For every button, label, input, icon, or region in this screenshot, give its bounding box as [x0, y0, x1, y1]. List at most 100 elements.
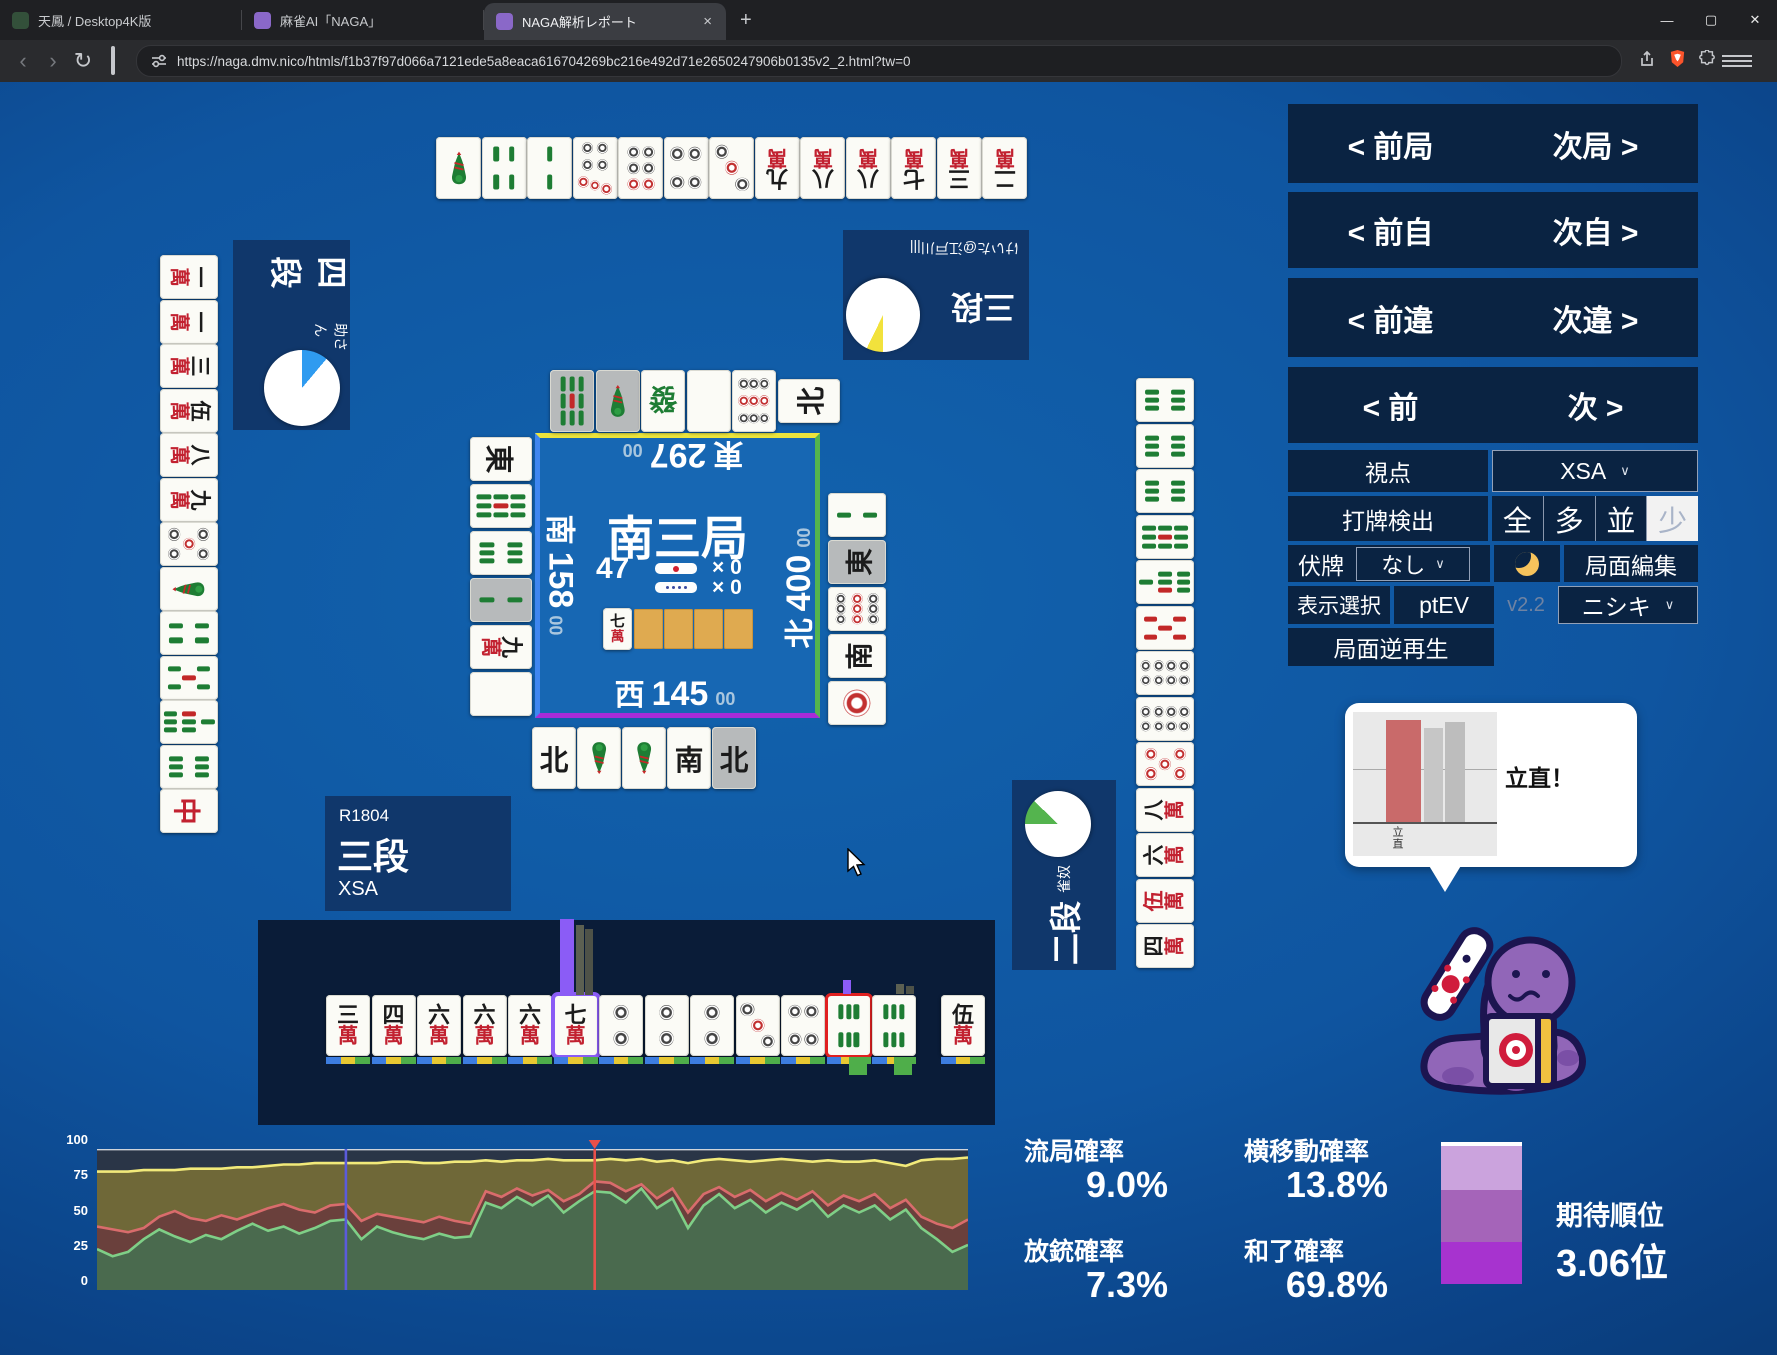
- brave-shield-icon[interactable]: [1662, 48, 1692, 74]
- mahjong-tile-1p: [828, 681, 886, 725]
- chart-y-tick: 0: [80, 1273, 88, 1288]
- prev-mismatch-button[interactable]: < 前違: [1288, 296, 1493, 340]
- mahjong-tile-3m: 三萬: [936, 137, 982, 199]
- tooltip-tail: [1428, 864, 1462, 892]
- timer-pie-left: [264, 350, 340, 426]
- mahjong-tile-8m: 八萬: [160, 433, 218, 477]
- naga-recommend-nub: [906, 986, 914, 994]
- mahjong-tile-6m[interactable]: 六萬: [462, 995, 507, 1056]
- dahai-option-並[interactable]: 並: [1594, 496, 1647, 541]
- reload-icon[interactable]: ↻: [68, 48, 98, 74]
- stat-value: 7.3%: [1085, 1264, 1168, 1305]
- tile-eval-strip: [690, 1057, 735, 1064]
- mahjong-tile-6m[interactable]: 六萬: [417, 995, 461, 1056]
- mahjong-tile-6s: [1136, 423, 1194, 468]
- naga-favicon-icon: [254, 11, 271, 29]
- probability-chart[interactable]: [97, 1140, 968, 1290]
- player-name: XSA: [338, 878, 379, 900]
- mahjong-tile-4m[interactable]: 四萬: [371, 995, 416, 1056]
- fusehai-select[interactable]: なし ∨: [1356, 546, 1470, 581]
- forward-icon[interactable]: ›: [38, 48, 68, 74]
- mahjong-tile-4s: [481, 137, 527, 199]
- mahjong-tile-6s[interactable]: [872, 995, 916, 1056]
- tile-eval-strip: [735, 1057, 780, 1064]
- mahjong-tile-8p: [1136, 696, 1194, 741]
- next-self-turn-button[interactable]: 次自 >: [1493, 208, 1698, 252]
- viewpoint-label: 視点: [1365, 460, 1411, 486]
- mahjong-tile-3m[interactable]: 三萬: [326, 995, 370, 1056]
- tab-naga-report-active[interactable]: NAGA解析レポート ×: [484, 3, 726, 40]
- riichi-stick-icon: [655, 563, 697, 574]
- player-rank: 三段: [950, 289, 1015, 325]
- tile-eval-strip: [417, 1057, 462, 1064]
- window-maximize-button[interactable]: ▢: [1689, 0, 1733, 40]
- naga-favicon-icon: [496, 13, 513, 30]
- url-bar[interactable]: https://naga.dmv.nico/htmls/f1b37f97d066…: [136, 45, 1622, 77]
- mahjong-tile-1s: [436, 137, 481, 199]
- prev-step-button[interactable]: < 前: [1288, 383, 1493, 427]
- prev-kyoku-button[interactable]: < 前局: [1288, 122, 1493, 166]
- mahjong-tile-2m: 二萬: [982, 137, 1027, 199]
- mahjong-tile-8m: 八萬: [1136, 787, 1194, 832]
- window-minimize-button[interactable]: —: [1645, 0, 1689, 40]
- mahjong-tile-2p[interactable]: [690, 995, 734, 1056]
- back-icon[interactable]: ‹: [8, 48, 38, 74]
- mahjong-tile-2p[interactable]: [599, 995, 643, 1056]
- mahjong-tile-3p[interactable]: [735, 995, 780, 1056]
- mahjong-tile-6s: [160, 744, 218, 789]
- expected-rank-label: 期待順位: [1556, 1201, 1664, 1231]
- mahjong-tile-2p[interactable]: [644, 995, 689, 1056]
- score-west: 西 145 00: [614, 675, 736, 713]
- viewpoint-select[interactable]: XSA ∨: [1492, 450, 1698, 492]
- mahjong-tile-6s[interactable]: [824, 993, 873, 1058]
- browser-toolbar: ‹ › ↻ https://naga.dmv.nico/htmls/f1b37f…: [0, 40, 1777, 82]
- dahai-option-多[interactable]: 多: [1542, 496, 1595, 541]
- share-icon[interactable]: [1632, 48, 1662, 74]
- tab-tenhou[interactable]: 天鳳 / Desktop4K版: [0, 0, 242, 40]
- tile-eval-strip: [326, 1057, 371, 1064]
- mahjong-tile-6p: [618, 137, 663, 199]
- dahai-option-全[interactable]: 全: [1492, 496, 1543, 541]
- dahai-option-少[interactable]: 少: [1646, 496, 1698, 541]
- tooltip-bar-chart: 立直: [1353, 712, 1497, 856]
- mahjong-tile-N: 北: [532, 727, 576, 789]
- mahjong-tile-5m[interactable]: 伍萬: [941, 995, 985, 1056]
- new-tab-button[interactable]: +: [726, 0, 766, 40]
- ptev-button[interactable]: ptEV: [1419, 592, 1469, 619]
- naga-report-window: { "browser": { "tabs": [ {"title": "天鳳 /…: [0, 0, 1777, 1355]
- extensions-puzzle-icon[interactable]: [1692, 48, 1722, 74]
- tooltip-bar: [1386, 720, 1421, 822]
- reverse-play-button[interactable]: 局面逆再生: [1334, 630, 1449, 664]
- nav-row-chigai: < 前違 次違 >: [1288, 278, 1698, 357]
- night-mode-moon-icon[interactable]: [1515, 551, 1539, 576]
- display-select-button[interactable]: 表示選択: [1297, 590, 1381, 620]
- tab-naga-home[interactable]: 麻雀AI「NAGA」: [242, 0, 484, 40]
- menu-hamburger-icon[interactable]: [1722, 52, 1752, 70]
- next-kyoku-button[interactable]: 次局 >: [1493, 122, 1698, 166]
- close-tab-icon[interactable]: ×: [701, 13, 714, 30]
- stat-label: 和了確率: [1244, 1238, 1345, 1266]
- mahjong-tile-C: 中: [160, 789, 218, 833]
- mahjong-tile-7m[interactable]: 七萬: [550, 992, 601, 1059]
- mahjong-tile-back: [686, 370, 731, 432]
- bookmark-icon[interactable]: [98, 46, 128, 75]
- next-mismatch-button[interactable]: 次違 >: [1493, 296, 1698, 340]
- fusehai-label: 伏牌: [1298, 552, 1344, 579]
- skin-select[interactable]: ニシキ ∨: [1558, 586, 1698, 624]
- chart-y-tick: 75: [73, 1167, 88, 1183]
- mahjong-tile-2s: [828, 493, 886, 537]
- display-row: 表示選択 ptEV v2.2 ニシキ ∨: [1288, 586, 1698, 624]
- mahjong-tile-4p[interactable]: [781, 995, 825, 1056]
- mahjong-tile-1s: [622, 727, 666, 789]
- next-step-button[interactable]: 次 >: [1493, 383, 1698, 427]
- mahjong-tile-9m: 九萬: [470, 625, 532, 669]
- mahjong-tile-6s: [1136, 469, 1194, 513]
- player-name: けいた@江戸川|||: [909, 240, 1019, 256]
- mahjong-tile-6m[interactable]: 六萬: [508, 995, 552, 1056]
- tile-eval-strip: [941, 1057, 986, 1064]
- window-close-button[interactable]: ✕: [1733, 0, 1777, 40]
- prev-self-turn-button[interactable]: < 前自: [1288, 208, 1493, 252]
- kyokumen-edit-button[interactable]: 局面編集: [1585, 547, 1677, 581]
- honba-stick-icon: [655, 582, 697, 593]
- stat-label: 流局確率: [1024, 1138, 1125, 1166]
